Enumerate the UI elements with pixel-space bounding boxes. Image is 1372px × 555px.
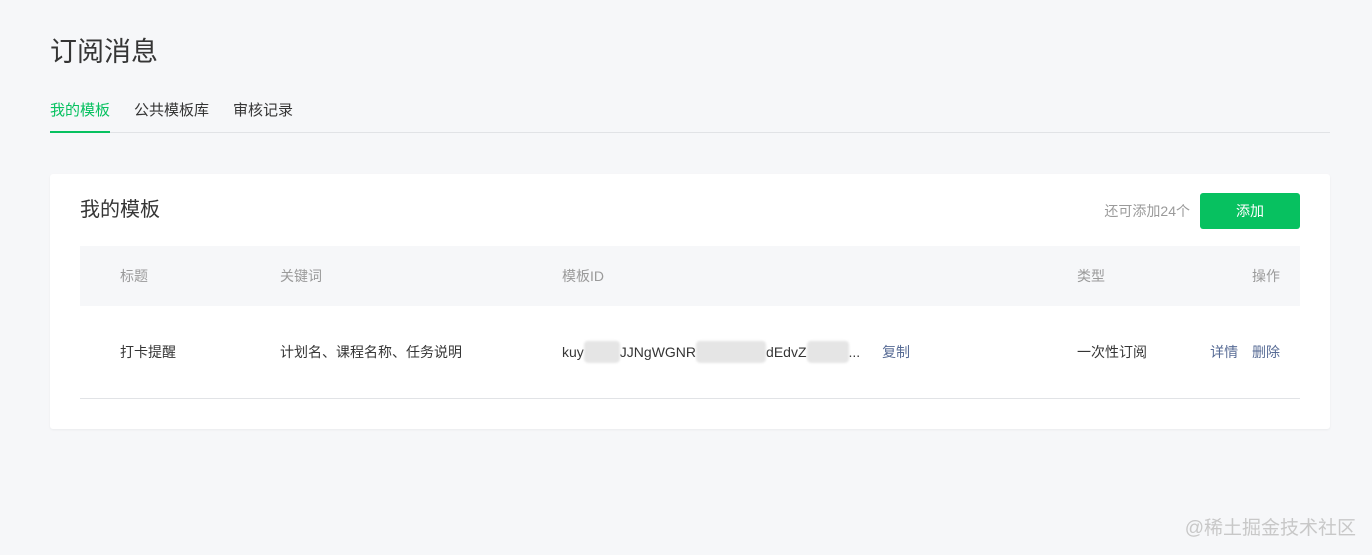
- header-type: 类型: [1077, 268, 1105, 284]
- table-row: 打卡提醒 计划名、课程名称、任务说明 kuy JJNgWGNR dEdvZ... 复…: [80, 306, 1300, 399]
- delete-link[interactable]: 删除: [1252, 344, 1280, 360]
- watermark: @稀土掘金技术社区: [1184, 518, 1356, 539]
- templates-table: 标题 关键词 模板ID 类型 操作 打卡提醒 计划名、课程名称、任务说明 kuy…: [80, 246, 1300, 399]
- tab-review-records[interactable]: 审核记录: [233, 96, 293, 132]
- header-template-id: 模板ID: [562, 268, 604, 284]
- detail-link[interactable]: 详情: [1210, 344, 1238, 360]
- template-id-part: kuy: [562, 344, 584, 361]
- template-id-part: dEdvZ: [766, 344, 807, 361]
- redaction-mask: [583, 341, 620, 364]
- row-actions: 详情 删除: [1200, 342, 1280, 362]
- row-title: 打卡提醒: [120, 344, 176, 360]
- header-keywords: 关键词: [280, 268, 322, 284]
- row-type: 一次性订阅: [1077, 344, 1147, 360]
- table-header: 标题 关键词 模板ID 类型 操作: [80, 246, 1300, 306]
- template-id-part: JJNgWGNR: [619, 344, 697, 361]
- redaction-mask: [696, 341, 767, 364]
- redaction-mask: [806, 341, 849, 364]
- remaining-count-text: 还可添加24个: [1104, 203, 1190, 219]
- my-templates-card: 我的模板 还可添加24个 添加 标题 关键词 模板ID 类型 操作 打卡提醒 计…: [50, 174, 1330, 429]
- template-id-ellipsis: ...: [848, 344, 861, 361]
- row-keywords: 计划名、课程名称、任务说明: [280, 344, 462, 360]
- add-template-button[interactable]: 添加: [1200, 193, 1300, 229]
- page-title: 订阅消息: [50, 37, 158, 67]
- card-title: 我的模板: [80, 199, 160, 221]
- header-title: 标题: [120, 268, 148, 284]
- row-template-id: kuy JJNgWGNR dEdvZ... 复制: [562, 341, 910, 364]
- header-actions: 操作: [1252, 268, 1280, 284]
- copy-link[interactable]: 复制: [882, 344, 910, 360]
- tab-public-template-library[interactable]: 公共模板库: [134, 96, 209, 132]
- tab-my-templates[interactable]: 我的模板: [50, 96, 111, 133]
- tab-bar: 我的模板 公共模板库 审核记录: [50, 96, 1330, 133]
